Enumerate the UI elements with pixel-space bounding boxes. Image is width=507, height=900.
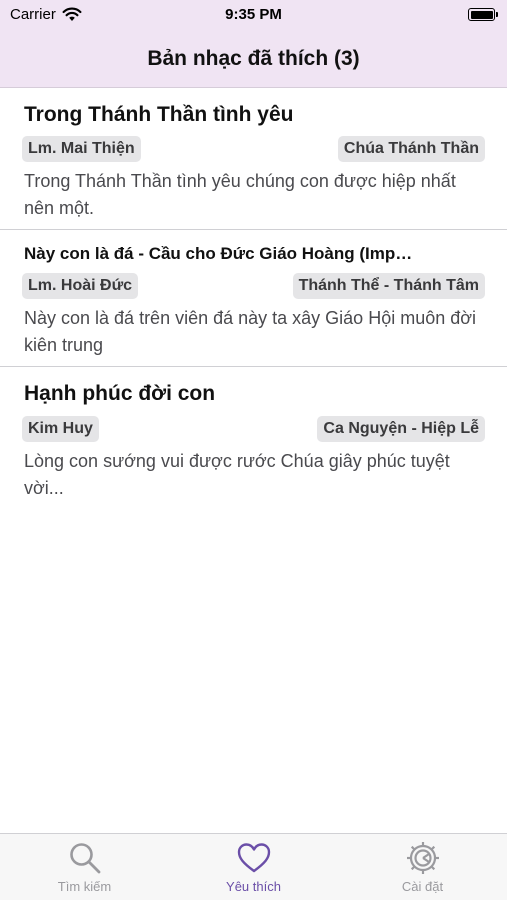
gear-icon: [406, 842, 439, 874]
song-row[interactable]: Trong Thánh Thần tình yêu Lm. Mai Thiện …: [0, 88, 507, 230]
song-title: Này con là đá - Cầu cho Đức Giáo Hoàng (…: [24, 244, 413, 263]
song-tags: Lm. Hoài Đức Thánh Thể - Thánh Tâm: [22, 270, 485, 302]
heart-icon: [237, 843, 270, 873]
tab-settings[interactable]: Cài đặt: [338, 834, 507, 900]
status-bar: Carrier 9:35 PM: [0, 0, 507, 30]
category-tag[interactable]: Chúa Thánh Thần: [337, 136, 485, 162]
battery-icon: [468, 8, 498, 21]
tab-label: Tìm kiếm: [57, 879, 112, 894]
song-excerpt: Này con là đá trên viên đá này ta xây Gi…: [24, 308, 477, 355]
tab-bar: Tìm kiếm Yêu thích Cài đặt: [0, 833, 507, 900]
favorite-songs-list: Trong Thánh Thần tình yêu Lm. Mai Thiện …: [0, 88, 507, 507]
song-title: Hạnh phúc đời con: [24, 382, 216, 405]
category-tag[interactable]: Ca Nguyện - Hiệp Lễ: [317, 416, 485, 442]
author-tag[interactable]: Lm. Hoài Đức: [22, 273, 139, 299]
tab-favorites[interactable]: Yêu thích: [169, 834, 338, 900]
song-tags: Lm. Mai Thiện Chúa Thánh Thần: [22, 133, 485, 165]
song-tags: Kim Huy Ca Nguyện - Hiệp Lễ: [22, 413, 485, 445]
search-icon: [69, 843, 100, 874]
status-time: 9:35 PM: [225, 6, 282, 23]
category-tag[interactable]: Thánh Thể - Thánh Tâm: [292, 273, 485, 299]
tab-label: Cài đặt: [401, 879, 444, 894]
song-excerpt: Trong Thánh Thần tình yêu chúng con được…: [24, 171, 456, 218]
author-tag[interactable]: Kim Huy: [22, 416, 99, 442]
navigation-bar: Bản nhạc đã thích (3): [0, 30, 507, 88]
tab-search[interactable]: Tìm kiếm: [0, 834, 169, 900]
song-title: Trong Thánh Thần tình yêu: [24, 103, 294, 126]
song-row[interactable]: Hạnh phúc đời con Kim Huy Ca Nguyện - Hi…: [0, 367, 507, 507]
page-title: Bản nhạc đã thích (3): [147, 46, 360, 70]
song-row[interactable]: Này con là đá - Cầu cho Đức Giáo Hoàng (…: [0, 230, 507, 367]
tab-label: Yêu thích: [226, 879, 281, 894]
song-excerpt: Lòng con sướng vui được rước Chúa giây p…: [24, 451, 450, 498]
author-tag[interactable]: Lm. Mai Thiện: [22, 136, 141, 162]
